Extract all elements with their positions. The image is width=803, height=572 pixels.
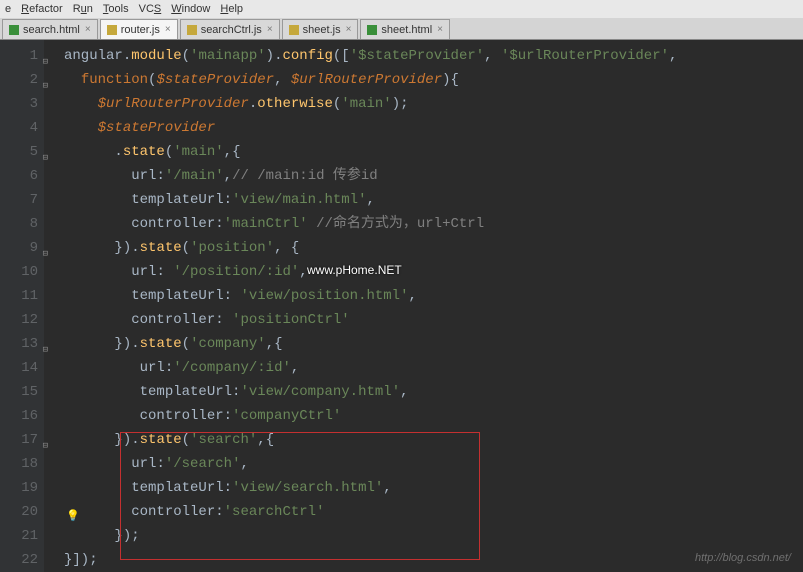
code-area[interactable]: angular.module('mainapp').config(['$stat… xyxy=(44,40,803,572)
gutter: 1⊟ 2⊟ 34 5⊟ 678 9⊟ 101112 13⊟ 141516 17⊟… xyxy=(0,40,44,572)
menu-item[interactable]: Tools xyxy=(98,3,134,15)
close-icon[interactable]: × xyxy=(437,24,443,35)
source-url: http://blog.csdn.net/ xyxy=(695,552,791,564)
menu-item[interactable]: VCS xyxy=(134,3,167,15)
menu-item[interactable]: Refactor xyxy=(16,3,68,15)
close-icon[interactable]: × xyxy=(346,24,352,35)
menu-item[interactable]: e xyxy=(0,3,16,15)
code-editor[interactable]: 1⊟ 2⊟ 34 5⊟ 678 9⊟ 101112 13⊟ 141516 17⊟… xyxy=(0,40,803,572)
menu-item[interactable]: Run xyxy=(68,3,98,15)
tab-search-html[interactable]: search.html × xyxy=(2,19,98,39)
close-icon[interactable]: × xyxy=(85,24,91,35)
close-icon[interactable]: × xyxy=(165,24,171,35)
tab-label: search.html xyxy=(23,24,80,36)
html-file-icon xyxy=(9,25,19,35)
tab-searchctrl-js[interactable]: searchCtrl.js × xyxy=(180,19,280,39)
tab-router-js[interactable]: router.js × xyxy=(100,19,178,39)
js-file-icon xyxy=(187,25,197,35)
tab-label: sheet.html xyxy=(381,24,432,36)
watermark: www.pHome.NET xyxy=(307,263,402,277)
tab-label: searchCtrl.js xyxy=(201,24,262,36)
tab-sheet-js[interactable]: sheet.js × xyxy=(282,19,359,39)
tab-bar: search.html × router.js × searchCtrl.js … xyxy=(0,18,803,40)
tab-label: router.js xyxy=(121,24,160,36)
js-file-icon xyxy=(107,25,117,35)
tab-sheet-html[interactable]: sheet.html × xyxy=(360,19,450,39)
menu-bar: e Refactor Run Tools VCS Window Help xyxy=(0,0,803,18)
menu-item[interactable]: Window xyxy=(166,3,215,15)
js-file-icon xyxy=(289,25,299,35)
close-icon[interactable]: × xyxy=(267,24,273,35)
tab-label: sheet.js xyxy=(303,24,341,36)
menu-item[interactable]: Help xyxy=(215,3,248,15)
html-file-icon xyxy=(367,25,377,35)
